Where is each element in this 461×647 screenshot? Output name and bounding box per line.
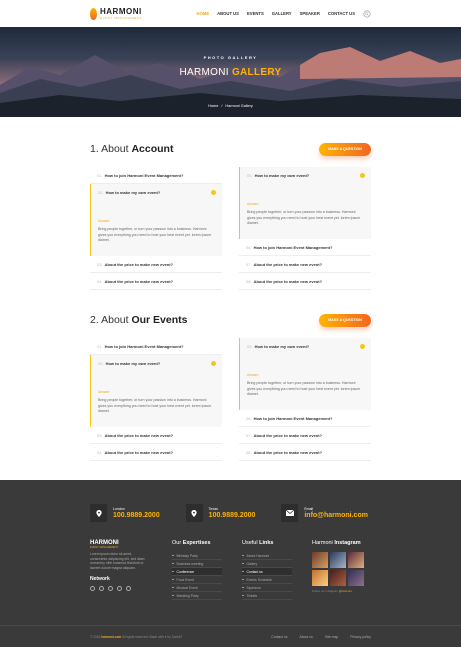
facebook-icon[interactable]	[90, 586, 95, 592]
nav-speaker[interactable]: SPEAKER	[300, 11, 320, 16]
footer-about: HARMONI EVENT MANAGEMENT Lorem ipsum dol…	[90, 540, 172, 600]
instagram-icon[interactable]	[117, 586, 122, 592]
nav-home[interactable]: HOME	[197, 11, 210, 16]
google-plus-icon[interactable]	[108, 586, 113, 592]
faq-column-right: 05. How to make my own event? Answer: Bri…	[239, 167, 371, 290]
faq-question[interactable]: 06. How to join Harmoni Event Management?	[239, 410, 371, 427]
hero-banner: PHOTO GALLERY HARMONI GALLERY Home / Harmo…	[0, 27, 461, 117]
instagram-photo[interactable]	[348, 570, 364, 586]
nav-events[interactable]: EVENTS	[247, 11, 264, 16]
faq-question[interactable]: 08. About the price to make new event?	[239, 444, 371, 461]
footer-link-sitemap[interactable]: Site map	[325, 635, 338, 639]
contact-bar: London 100.9889.2000 Texas 100.9889.2000…	[0, 480, 461, 522]
breadcrumb-current: Harmoni Gallery	[225, 104, 253, 108]
faq-question-open[interactable]: 02. How to make my own event?	[90, 184, 222, 201]
instagram-photo[interactable]	[330, 570, 346, 586]
faq-answer: Answer: Bring people together, or turn y…	[90, 201, 222, 256]
breadcrumb-home[interactable]: Home	[208, 104, 218, 108]
faq-question-open[interactable]: 05. How to make my own event?	[239, 338, 371, 355]
useful-link[interactable]: Tickets	[242, 592, 292, 600]
make-question-button[interactable]: MAKE A QUESTION	[319, 142, 371, 156]
copyright: © 2018 harmoni.com All rights reserved. …	[90, 634, 182, 639]
contact-email: Email info@harmoni.com	[281, 504, 371, 522]
footer: London 100.9889.2000 Texas 100.9889.2000…	[0, 480, 461, 647]
faq-section-account: 1. About Account MAKE A QUESTION 01. How …	[0, 137, 461, 290]
collapse-icon[interactable]	[211, 361, 216, 366]
contact-texas: Texas 100.9889.2000	[185, 504, 276, 522]
instagram-grid	[312, 552, 370, 586]
logo-mark-icon	[90, 7, 97, 20]
footer-link-contact[interactable]: Contact us	[271, 635, 287, 639]
main-nav: HOME ABOUT US EVENTS GALLERY SPEAKER CON…	[197, 9, 371, 18]
footer-link-about[interactable]: About us	[299, 635, 312, 639]
footer-expertises: Our Expertises Birthday Party Business m…	[172, 540, 242, 600]
logo-name: HARMONI	[100, 6, 142, 16]
logo[interactable]: HARMONI EVENT MANAGEMENT	[90, 6, 142, 20]
faq-question[interactable]: 07. About the price to make new event?	[239, 256, 371, 273]
faq-question[interactable]: 04. About the price to make new event?	[90, 273, 222, 290]
faq-column-left: 01. How to join Harmoni Event Management?…	[90, 167, 222, 290]
instagram-photo[interactable]	[312, 552, 328, 568]
twitter-icon[interactable]	[99, 586, 104, 592]
section-title: 1. About Account	[90, 143, 174, 155]
footer-link-privacy[interactable]: Privacy policy	[350, 635, 371, 639]
map-pin-icon	[95, 509, 102, 517]
footer-bottom-links: Contact us About us Site map Privacy pol…	[271, 635, 371, 639]
nav-contact-us[interactable]: CONTACT US	[328, 11, 355, 16]
youtube-icon[interactable]	[126, 586, 131, 592]
faq-section-our-events: 2. About Our Events MAKE A QUESTION 01. H…	[0, 308, 461, 461]
faq-answer: Answer: Bring people together, or turn y…	[239, 355, 371, 410]
logo-subtitle: EVENT MANAGEMENT	[100, 15, 142, 20]
search-icon[interactable]	[363, 9, 371, 18]
faq-column-left: 01. How to join Harmoni Event Management?…	[90, 338, 222, 461]
hero-title-accent: GALLERY	[231, 67, 282, 78]
faq-question[interactable]: 06. How to join Harmoni Event Management?	[239, 239, 371, 256]
faq-question[interactable]: 04. About the price to make new event?	[90, 444, 222, 461]
instagram-photo[interactable]	[348, 552, 364, 568]
faq-question[interactable]: 07. About the price to make new event?	[239, 427, 371, 444]
top-header: HARMONI EVENT MANAGEMENT HOME ABOUT US E…	[0, 0, 461, 27]
instagram-photo[interactable]	[312, 570, 328, 586]
footer-useful-links: Useful Links About Harmoni Gallery Conta…	[242, 540, 312, 600]
faq-answer: Answer: Bring people together, or turn y…	[90, 372, 222, 427]
hero-kicker: PHOTO GALLERY	[203, 55, 258, 60]
faq-question[interactable]: 03. About the price to make new event?	[90, 427, 222, 444]
contact-london: London 100.9889.2000	[90, 504, 180, 522]
mail-icon	[285, 510, 294, 516]
collapse-icon[interactable]	[211, 190, 216, 195]
collapse-icon[interactable]	[360, 344, 365, 349]
faq-question[interactable]: 01. How to join Harmoni Event Management?	[90, 167, 222, 184]
faq-question[interactable]: 08. About the price to make new event?	[239, 273, 371, 290]
faq-question[interactable]: 01. How to join Harmoni Event Management?	[90, 338, 222, 355]
instagram-photo[interactable]	[330, 552, 346, 568]
copyright-bar: © 2018 harmoni.com All rights reserved. …	[0, 625, 461, 647]
collapse-icon[interactable]	[360, 173, 365, 178]
nav-about-us[interactable]: ABOUT US	[217, 11, 239, 16]
faq-question[interactable]: 03. About the price to make new event?	[90, 256, 222, 273]
hero-title: HARMONI GALLERY	[179, 67, 282, 78]
footer-instagram: Harmoni Instagram Follow our instagram @…	[312, 540, 370, 600]
section-title: 2. About Our Events	[90, 314, 188, 326]
nav-gallery[interactable]: GALLERY	[272, 11, 292, 16]
faq-answer: Answer: Bring people together, or turn y…	[239, 184, 371, 239]
faq-question-open[interactable]: 02. How to make my own event?	[90, 355, 222, 372]
make-question-button[interactable]: MAKE A QUESTION	[319, 313, 371, 327]
social-links	[90, 586, 172, 592]
faq-question-open[interactable]: 05. How to make my own event?	[239, 167, 371, 184]
map-pin-icon	[191, 509, 197, 517]
breadcrumb: Home / Harmoni Gallery	[208, 104, 253, 108]
expertise-link[interactable]: Wedding Party	[172, 592, 222, 600]
faq-column-right: 05. How to make my own event? Answer: Bri…	[239, 338, 371, 461]
